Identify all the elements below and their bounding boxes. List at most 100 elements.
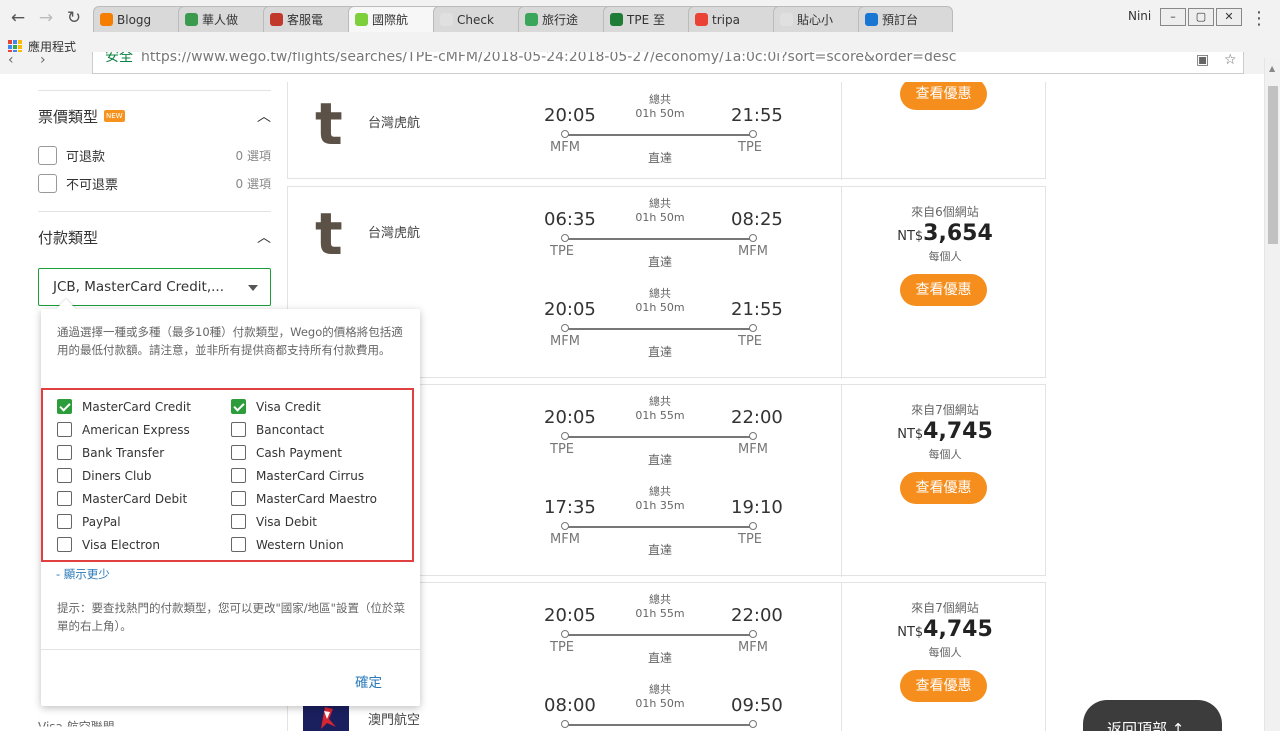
route-end-dot [749, 630, 757, 638]
origin-code: TPE [550, 640, 574, 655]
page-scrollbar[interactable]: ▲ [1264, 58, 1280, 731]
checkbox[interactable] [57, 537, 72, 552]
checkbox[interactable] [57, 422, 72, 437]
bookmark-star-icon[interactable]: ☆ [1224, 52, 1237, 68]
view-deal-button[interactable]: 查看優惠 [900, 472, 987, 504]
browser-tab[interactable]: 旅行途 [518, 6, 613, 32]
payment-method-option[interactable]: Visa Electron [57, 537, 160, 552]
browser-tab[interactable]: 華人做 [178, 6, 273, 32]
browser-tab[interactable]: 國際航 [348, 6, 443, 32]
back-arrow-icon[interactable]: ← [8, 8, 28, 28]
payment-method-option[interactable]: PayPal [57, 514, 121, 529]
origin-code: TPE [550, 442, 574, 457]
checkbox[interactable] [231, 445, 246, 460]
payment-method-option[interactable]: Diners Club [57, 468, 152, 483]
arrival-time: 21:55 [731, 299, 783, 320]
browser-tab[interactable]: TPE 至 [603, 6, 698, 32]
checkbox[interactable] [57, 514, 72, 529]
payment-method-option[interactable]: MasterCard Debit [57, 491, 187, 506]
url-text: https://www.wego.tw/flights/searches/TPE… [141, 52, 957, 65]
payment-method-option[interactable]: Visa Credit [231, 399, 321, 414]
payment-method-label: Bank Transfer [82, 445, 165, 460]
payment-method-option[interactable]: MasterCard Cirrus [231, 468, 364, 483]
payment-method-option[interactable]: Bank Transfer [57, 445, 164, 460]
view-deal-button[interactable]: 查看優惠 [900, 274, 987, 306]
direct-label: 直達 [647, 345, 672, 359]
scroll-up-icon[interactable]: ▲ [1269, 64, 1275, 73]
checkbox[interactable] [57, 491, 72, 506]
fare-type-header[interactable]: 票價類型 NEW ︿ [38, 91, 271, 141]
forward-arrow-icon[interactable]: → [36, 8, 56, 28]
checkbox[interactable] [38, 173, 57, 193]
payment-method-option[interactable]: Bancontact [231, 422, 324, 437]
browser-tab[interactable]: 客服電 [263, 6, 358, 32]
translate-icon[interactable]: ▣ [1196, 52, 1209, 68]
checkbox[interactable] [57, 468, 72, 483]
browser-tab[interactable]: 貼心小 [773, 6, 868, 32]
view-deal-button[interactable]: 查看優惠 [900, 670, 987, 702]
payment-method-option[interactable]: Cash Payment [231, 445, 342, 460]
divider [841, 82, 842, 180]
menu-icon[interactable]: ⋮ [1250, 8, 1268, 29]
checkbox[interactable] [38, 145, 57, 165]
close-button[interactable]: ✕ [1216, 8, 1242, 26]
browser-tab[interactable]: Check [433, 6, 528, 32]
arrival-time: 22:00 [731, 605, 783, 626]
payment-type-header[interactable]: 付款類型 ︿ [38, 212, 271, 262]
total-label: 總共 [649, 287, 671, 300]
tab-strip: Blogg 華人做 客服電 國際航 Check 旅行途 TPE 至 tripa 貼心小 預訂台 [93, 6, 1243, 32]
payment-type-select[interactable]: JCB, MasterCard Credit,... [38, 268, 271, 306]
payment-method-option[interactable]: Visa Debit [231, 514, 317, 529]
checkbox[interactable] [231, 468, 246, 483]
checkbox[interactable] [231, 422, 246, 437]
fare-option-nonrefundable[interactable]: 不可退票 0 選項 [38, 169, 271, 197]
direct-label: 直達 [647, 151, 672, 165]
user-profile[interactable]: Nini [1128, 9, 1151, 23]
checkbox[interactable] [231, 491, 246, 506]
total-label: 總共 [649, 593, 671, 606]
chevron-up-icon[interactable]: ︿ [257, 227, 271, 247]
url-field[interactable]: 安全 https://www.wego.tw/flights/searches/T… [92, 52, 1244, 74]
direct-label: 直達 [647, 453, 672, 467]
checkbox[interactable] [57, 445, 72, 460]
checkbox[interactable] [231, 537, 246, 552]
chevron-up-icon[interactable]: ︿ [257, 106, 271, 126]
payment-method-option[interactable]: MasterCard Credit [57, 399, 191, 414]
view-deal-button[interactable]: 查看優惠 [900, 82, 987, 110]
address-bar: ‹ › 安全 https://www.wego.tw/flights/search… [0, 52, 1280, 74]
flight-leg: 17:35 19:10 總共 01h 35m MFM TPE 直達 [538, 485, 788, 567]
checkbox[interactable] [231, 399, 246, 414]
duration: 01h 50m [635, 697, 685, 710]
option-label: 不可退票 [66, 177, 119, 193]
window-controls: – ▢ ✕ [1160, 8, 1242, 26]
maximize-button[interactable]: ▢ [1188, 8, 1214, 26]
route-end-dot [749, 234, 757, 242]
payment-method-option[interactable]: MasterCard Maestro [231, 491, 377, 506]
tab-favicon-icon [610, 13, 623, 26]
tab-title: Blogg [117, 12, 152, 27]
browser-tab[interactable]: tripa [688, 6, 783, 32]
route-line [565, 526, 753, 528]
checkbox[interactable] [57, 399, 72, 414]
direct-label: 直達 [647, 543, 672, 557]
minimize-button[interactable]: – [1160, 8, 1186, 26]
back-arrow-icon-2[interactable]: ‹ [8, 52, 14, 68]
payment-method-option[interactable]: Western Union [231, 537, 344, 552]
route-line [565, 724, 753, 726]
browser-tab[interactable]: Blogg [93, 6, 188, 32]
payment-method-option[interactable]: American Express [57, 422, 190, 437]
route-end-dot [749, 432, 757, 440]
scrollbar-thumb[interactable] [1268, 86, 1278, 244]
per-person-label: 每個人 [928, 250, 962, 263]
fare-option-refundable[interactable]: 可退款 0 選項 [38, 141, 271, 169]
back-to-top-button[interactable]: 返回頂部 ↑ [1083, 700, 1222, 731]
checkbox[interactable] [231, 514, 246, 529]
flight-leg: 08:0009:50總共01h 50mMFMTPE直達 [538, 683, 788, 731]
confirm-button[interactable]: 確定 [355, 671, 382, 691]
route-line [565, 634, 753, 636]
forward-arrow-icon-2[interactable]: › [40, 52, 46, 68]
reload-icon[interactable]: ↻ [64, 8, 84, 28]
show-less-link[interactable]: - 顯示更少 [56, 566, 110, 582]
browser-tab[interactable]: 預訂台 [858, 6, 953, 32]
tab-favicon-icon [355, 13, 368, 26]
